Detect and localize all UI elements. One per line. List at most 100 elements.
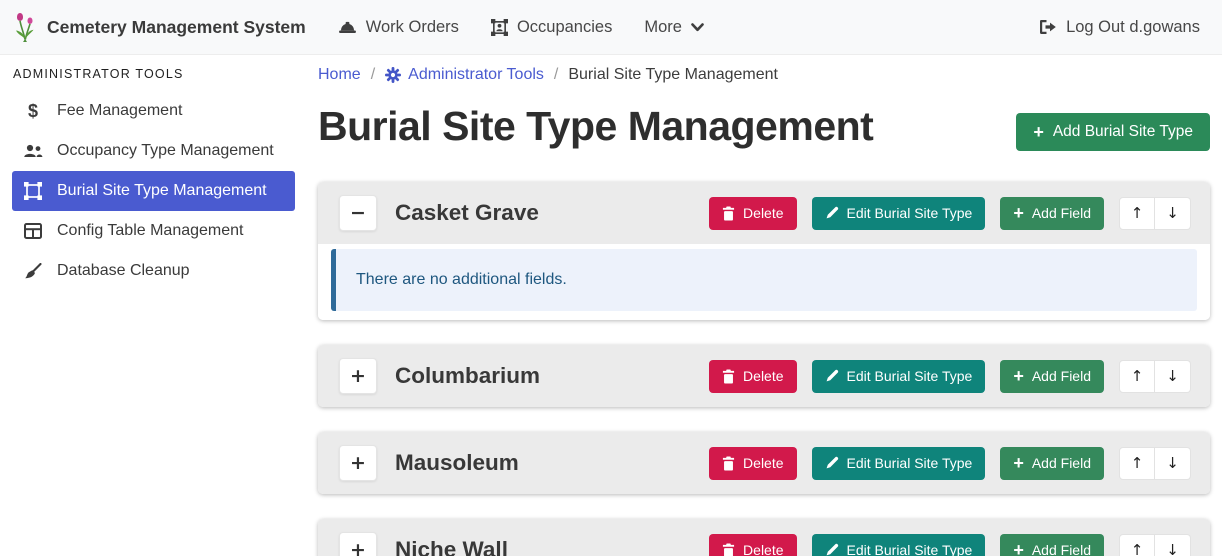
trash-icon xyxy=(722,369,735,384)
panel-casket-grave: − Casket Grave Delete xyxy=(318,182,1210,320)
nav-item-occupancies[interactable]: Occupancies xyxy=(491,18,612,37)
page-header: Burial Site Type Management + Add Burial… xyxy=(318,101,1210,152)
plus-icon: + xyxy=(1013,541,1024,556)
sidebar-item-label: Config Table Management xyxy=(57,222,244,240)
admin-tools-sidebar: ADMINISTRATOR TOOLS $ Fee Management Occ… xyxy=(0,55,310,556)
panel-columbarium: + Columbarium Delete xyxy=(318,345,1210,407)
sidebar-item-label: Burial Site Type Management xyxy=(57,182,267,200)
delete-button-label: Delete xyxy=(743,455,783,471)
page-title: Burial Site Type Management xyxy=(318,101,873,152)
add-field-button[interactable]: + Add Field xyxy=(1000,360,1104,393)
nav-item-label: Occupancies xyxy=(517,18,612,37)
reorder-button-group: ↑ ↓ xyxy=(1119,447,1191,480)
panel-title: Columbarium xyxy=(395,363,540,389)
expand-toggle-button[interactable]: + xyxy=(339,532,377,556)
panel-title: Mausoleum xyxy=(395,450,519,476)
reorder-button-group: ↑ ↓ xyxy=(1119,360,1191,393)
pencil-icon xyxy=(825,369,839,383)
brand-home-link[interactable]: Cemetery Management System xyxy=(12,11,306,43)
sidebar-item-occupancy-type-management[interactable]: Occupancy Type Management xyxy=(12,131,295,171)
main-content: Home / Administrator Tools / Burial S xyxy=(310,55,1222,556)
logout-button[interactable]: Log Out d.gowans xyxy=(1039,18,1200,37)
breadcrumb-current-page: Burial Site Type Management xyxy=(568,66,778,84)
edit-burial-site-type-button[interactable]: Edit Burial Site Type xyxy=(812,197,986,230)
brand-title: Cemetery Management System xyxy=(47,17,306,38)
move-down-button[interactable]: ↓ xyxy=(1155,534,1191,556)
trash-icon xyxy=(722,456,735,471)
panel-body: There are no additional fields. xyxy=(318,244,1210,320)
edit-button-label: Edit Burial Site Type xyxy=(847,542,973,556)
collapse-toggle-button[interactable]: − xyxy=(339,195,377,231)
move-down-button[interactable]: ↓ xyxy=(1155,360,1191,393)
tulip-logo-icon xyxy=(12,11,38,43)
trash-icon xyxy=(722,206,735,221)
plus-icon: + xyxy=(1033,123,1044,141)
sidebar-item-burial-site-type-management[interactable]: Burial Site Type Management xyxy=(12,171,295,211)
panel-header: + Columbarium Delete xyxy=(318,345,1210,407)
add-field-button-label: Add Field xyxy=(1032,205,1091,221)
add-field-button-label: Add Field xyxy=(1032,368,1091,384)
users-icon xyxy=(20,143,46,159)
breadcrumb-home-link[interactable]: Home xyxy=(318,66,361,84)
sidebar-item-label: Database Cleanup xyxy=(57,262,190,280)
edit-burial-site-type-button[interactable]: Edit Burial Site Type xyxy=(812,447,986,480)
broom-icon xyxy=(20,263,46,279)
sidebar-item-database-cleanup[interactable]: Database Cleanup xyxy=(12,251,295,291)
sidebar-item-config-table-management[interactable]: Config Table Management xyxy=(12,211,295,251)
panel-header: + Mausoleum Delete xyxy=(318,432,1210,494)
no-fields-alert: There are no additional fields. xyxy=(331,249,1197,311)
sign-out-icon xyxy=(1039,19,1057,35)
gear-icon xyxy=(385,67,401,83)
trash-icon xyxy=(722,543,735,556)
nav-item-work-orders[interactable]: Work Orders xyxy=(338,18,459,37)
add-field-button[interactable]: + Add Field xyxy=(1000,534,1104,556)
sidebar-heading: ADMINISTRATOR TOOLS xyxy=(13,67,310,81)
panel-header: + Niche Wall Delete xyxy=(318,519,1210,556)
reorder-button-group: ↑ ↓ xyxy=(1119,534,1191,556)
edit-button-label: Edit Burial Site Type xyxy=(847,455,973,471)
edit-button-label: Edit Burial Site Type xyxy=(847,368,973,384)
reorder-button-group: ↑ ↓ xyxy=(1119,197,1191,230)
edit-burial-site-type-button[interactable]: Edit Burial Site Type xyxy=(812,534,986,556)
expand-toggle-button[interactable]: + xyxy=(339,358,377,394)
move-up-button[interactable]: ↑ xyxy=(1119,534,1155,556)
add-burial-site-type-label: Add Burial Site Type xyxy=(1053,123,1193,141)
panel-actions: Delete Edit Burial Site Type + Add Field xyxy=(709,534,1191,556)
hard-hat-icon xyxy=(338,20,357,35)
delete-button[interactable]: Delete xyxy=(709,447,796,480)
occupancy-frame-icon xyxy=(491,19,508,36)
add-field-button-label: Add Field xyxy=(1032,542,1091,556)
delete-button-label: Delete xyxy=(743,205,783,221)
add-burial-site-type-button[interactable]: + Add Burial Site Type xyxy=(1016,113,1210,151)
move-up-button[interactable]: ↑ xyxy=(1119,447,1155,480)
add-field-button[interactable]: + Add Field xyxy=(1000,447,1104,480)
nav-item-more[interactable]: More xyxy=(644,18,704,37)
delete-button[interactable]: Delete xyxy=(709,360,796,393)
breadcrumb-admin-tools-link[interactable]: Administrator Tools xyxy=(385,66,544,84)
pencil-icon xyxy=(825,206,839,220)
panel-actions: Delete Edit Burial Site Type + Add Field xyxy=(709,360,1191,393)
pencil-icon xyxy=(825,456,839,470)
delete-button[interactable]: Delete xyxy=(709,197,796,230)
burial-site-type-list: − Casket Grave Delete xyxy=(318,182,1210,556)
edit-burial-site-type-button[interactable]: Edit Burial Site Type xyxy=(812,360,986,393)
sidebar-item-fee-management[interactable]: $ Fee Management xyxy=(12,91,295,131)
move-up-button[interactable]: ↑ xyxy=(1119,197,1155,230)
dollar-icon: $ xyxy=(20,101,46,122)
app-window: Cemetery Management System Work Orders xyxy=(0,0,1222,556)
logout-label: Log Out d.gowans xyxy=(1066,18,1200,37)
panel-title: Niche Wall xyxy=(395,537,508,556)
panel-header: − Casket Grave Delete xyxy=(318,182,1210,244)
vector-square-icon xyxy=(20,182,46,200)
expand-toggle-button[interactable]: + xyxy=(339,445,377,481)
add-field-button[interactable]: + Add Field xyxy=(1000,197,1104,230)
panel-actions: Delete Edit Burial Site Type + Add Field xyxy=(709,447,1191,480)
breadcrumb-separator: / xyxy=(371,66,375,84)
move-down-button[interactable]: ↓ xyxy=(1155,197,1191,230)
move-down-button[interactable]: ↓ xyxy=(1155,447,1191,480)
move-up-button[interactable]: ↑ xyxy=(1119,360,1155,393)
panel-niche-wall: + Niche Wall Delete xyxy=(318,519,1210,556)
chevron-down-icon xyxy=(691,23,704,32)
breadcrumb-separator: / xyxy=(554,66,558,84)
delete-button[interactable]: Delete xyxy=(709,534,796,556)
